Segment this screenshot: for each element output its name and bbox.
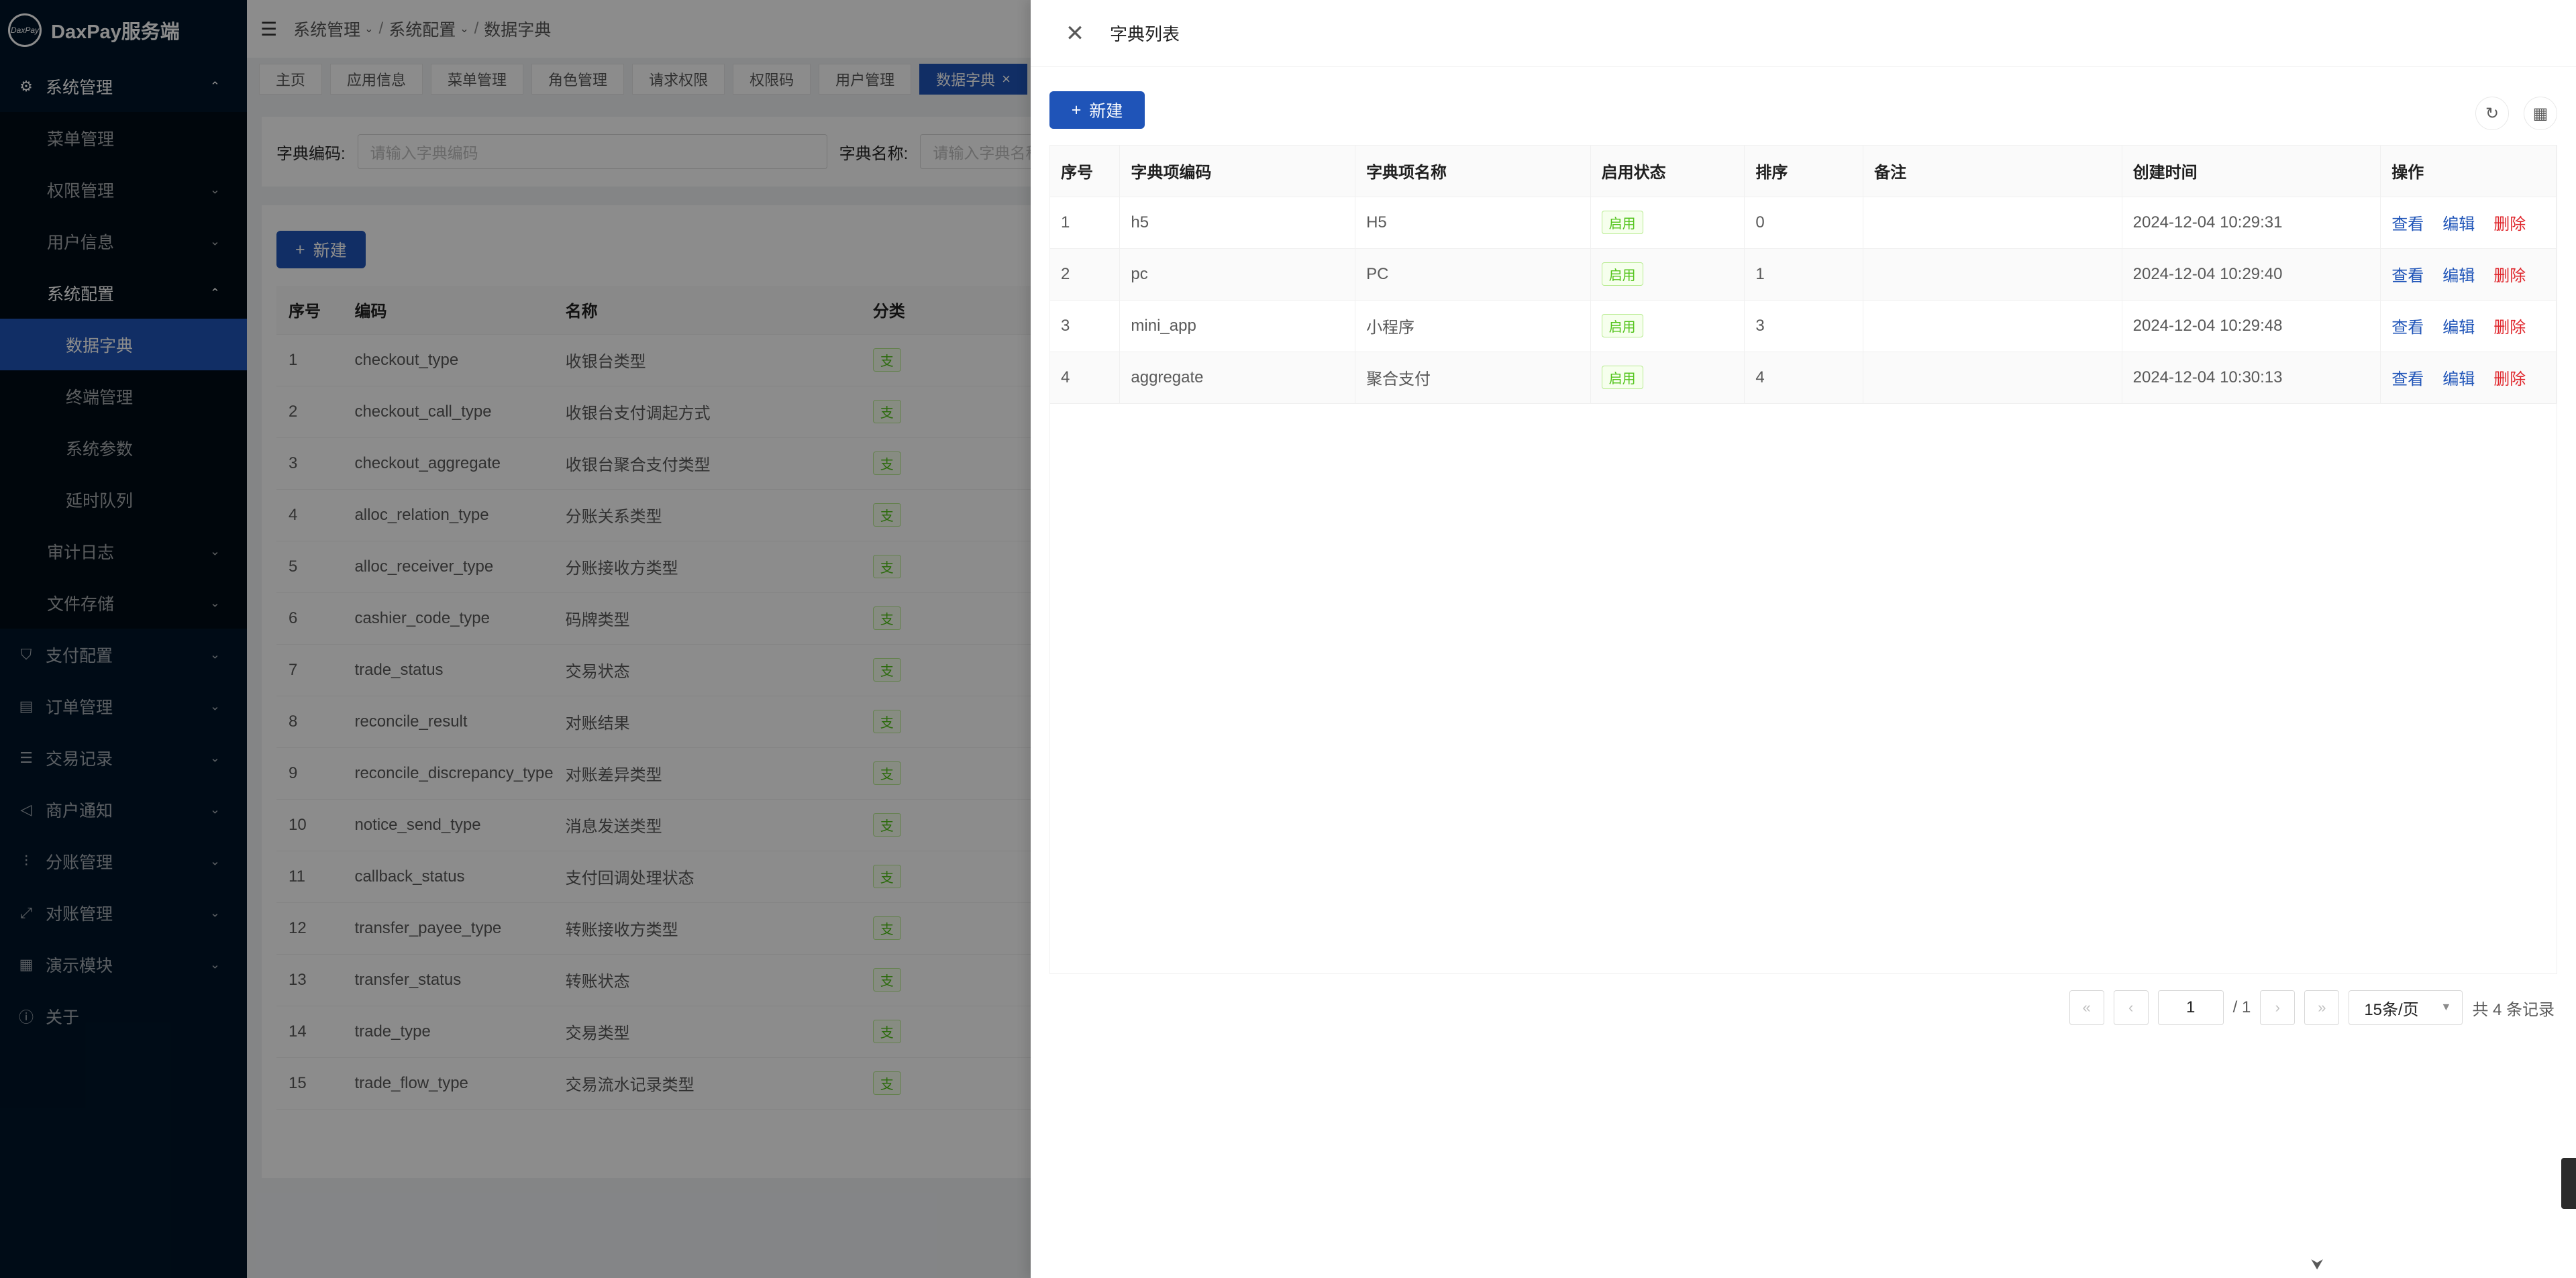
edit-link[interactable]: 编辑: [2442, 215, 2475, 233]
drawer-header: ✕ 字典列表: [1031, 0, 2576, 67]
cell-sort: 3: [1744, 300, 1864, 352]
column-header: 启用状态: [1590, 146, 1745, 197]
view-link[interactable]: 查看: [2391, 267, 2424, 285]
page-size-value: 15条/页: [2364, 1000, 2419, 1019]
cell-name: 聚合支付: [1355, 352, 1591, 404]
pagination: « ‹ 1 / 1 › » 15条/页 ▼ 共 4 条记录: [2069, 974, 2555, 1041]
cell-status: 启用: [1590, 352, 1745, 404]
column-header: 排序: [1744, 146, 1864, 197]
status-badge: 启用: [1601, 366, 1643, 389]
column-header: 序号: [1050, 146, 1121, 197]
edit-link[interactable]: 编辑: [2442, 319, 2475, 337]
delete-link[interactable]: 删除: [2493, 215, 2526, 233]
cell-actions: 查看 编辑 删除: [2380, 248, 2557, 301]
table-row: 1 h5 H5 启用 0 2024-12-04 10:29:31 查看 编辑 删除: [1050, 197, 2557, 249]
cell-code: mini_app: [1119, 300, 1356, 352]
cell-sort: 4: [1744, 352, 1864, 404]
view-link[interactable]: 查看: [2391, 370, 2424, 388]
total-records: 共 4 条记录: [2472, 1000, 2555, 1019]
cell-created: 2024-12-04 10:29:48: [2122, 300, 2381, 352]
table-toolbar: ↻ ▦: [2475, 97, 2557, 130]
cell-sort: 0: [1744, 197, 1864, 249]
cell-remark: [1863, 197, 2122, 249]
cell-actions: 查看 编辑 删除: [2380, 352, 2557, 404]
column-header: 字典项名称: [1355, 146, 1591, 197]
column-header: 备注: [1863, 146, 2122, 197]
cell-remark: [1863, 300, 2122, 352]
page-number-input[interactable]: 1: [2157, 990, 2224, 1025]
refresh-icon[interactable]: ↻: [2475, 97, 2509, 130]
delete-link[interactable]: 删除: [2493, 370, 2526, 388]
status-badge: 启用: [1601, 262, 1643, 286]
cell-created: 2024-12-04 10:29:31: [2122, 197, 2381, 249]
table-row: 2 pc PC 启用 1 2024-12-04 10:29:40 查看 编辑 删除: [1050, 248, 2557, 301]
cell-remark: [1863, 352, 2122, 404]
view-link[interactable]: 查看: [2391, 319, 2424, 337]
view-link[interactable]: 查看: [2391, 215, 2424, 233]
caret-down-icon: ▼: [2440, 1002, 2452, 1013]
new-button-label: 新建: [1089, 102, 1123, 121]
delete-link[interactable]: 删除: [2493, 319, 2526, 337]
table-row: 3 mini_app 小程序 启用 3 2024-12-04 10:29:48 查看 编辑 删除: [1050, 300, 2557, 352]
status-badge: 启用: [1601, 314, 1643, 337]
dict-item-table: 序号 字典项编码 字典项名称 启用状态 排序 备注 创建时间 操作 1 h5 H5 启用 0 2024-…: [1050, 146, 2557, 404]
status-badge: 启用: [1601, 211, 1643, 234]
cell-sort: 1: [1744, 248, 1864, 301]
total-pages: / 1: [2232, 998, 2251, 1016]
delete-link[interactable]: 删除: [2493, 267, 2526, 285]
side-handle[interactable]: [2561, 1158, 2576, 1209]
cell-status: 启用: [1590, 248, 1745, 301]
last-page-icon[interactable]: »: [2304, 990, 2340, 1025]
cell-status: 启用: [1590, 300, 1745, 352]
first-page-icon[interactable]: «: [2069, 990, 2104, 1025]
dict-item-drawer: ✕ 字典列表 + 新建 ↻ ▦ 序号 字典项编码 字典项名称 启用状态 排序 备注 创建时间…: [1031, 0, 2576, 1278]
cell-code: aggregate: [1119, 352, 1356, 404]
column-header: 操作: [2380, 146, 2557, 197]
cell-name: PC: [1355, 248, 1591, 301]
cell-code: pc: [1119, 248, 1356, 301]
edit-link[interactable]: 编辑: [2442, 370, 2475, 388]
cell-actions: 查看 编辑 删除: [2380, 197, 2557, 249]
drawer-title: 字典列表: [1110, 24, 1180, 44]
dict-item-table-wrap: 序号 字典项编码 字典项名称 启用状态 排序 备注 创建时间 操作 1 h5 H5 启用 0 2024-…: [1049, 145, 2557, 974]
table-row: 4 aggregate 聚合支付 启用 4 2024-12-04 10:30:13 查看 编辑…: [1050, 352, 2557, 404]
plus-icon: +: [1071, 100, 1082, 119]
cell-name: 小程序: [1355, 300, 1591, 352]
next-page-icon[interactable]: ›: [2260, 990, 2296, 1025]
cell-no: 4: [1050, 352, 1121, 404]
cell-actions: 查看 编辑 删除: [2380, 300, 2557, 352]
close-icon[interactable]: ✕: [1064, 21, 1086, 46]
cell-no: 1: [1050, 197, 1121, 249]
cell-code: h5: [1119, 197, 1356, 249]
cell-no: 2: [1050, 248, 1121, 301]
prev-page-icon[interactable]: ‹: [2113, 990, 2149, 1025]
new-dict-item-button[interactable]: + 新建: [1049, 91, 1145, 129]
column-header: 字典项编码: [1119, 146, 1356, 197]
drawer-body: + 新建 ↻ ▦ 序号 字典项编码 字典项名称 启用状态 排序 备注 创建时间 操作 1 h5 H…: [1049, 91, 2557, 1025]
column-settings-icon[interactable]: ▦: [2524, 97, 2557, 130]
cell-created: 2024-12-04 10:29:40: [2122, 248, 2381, 301]
cell-no: 3: [1050, 300, 1121, 352]
cell-remark: [1863, 248, 2122, 301]
cell-created: 2024-12-04 10:30:13: [2122, 352, 2381, 404]
cell-name: H5: [1355, 197, 1591, 249]
chevron-down-icon[interactable]: ⮟: [2311, 1256, 2327, 1273]
column-header: 创建时间: [2122, 146, 2381, 197]
cell-status: 启用: [1590, 197, 1745, 249]
edit-link[interactable]: 编辑: [2442, 267, 2475, 285]
page-size-select[interactable]: 15条/页 ▼: [2349, 990, 2463, 1025]
